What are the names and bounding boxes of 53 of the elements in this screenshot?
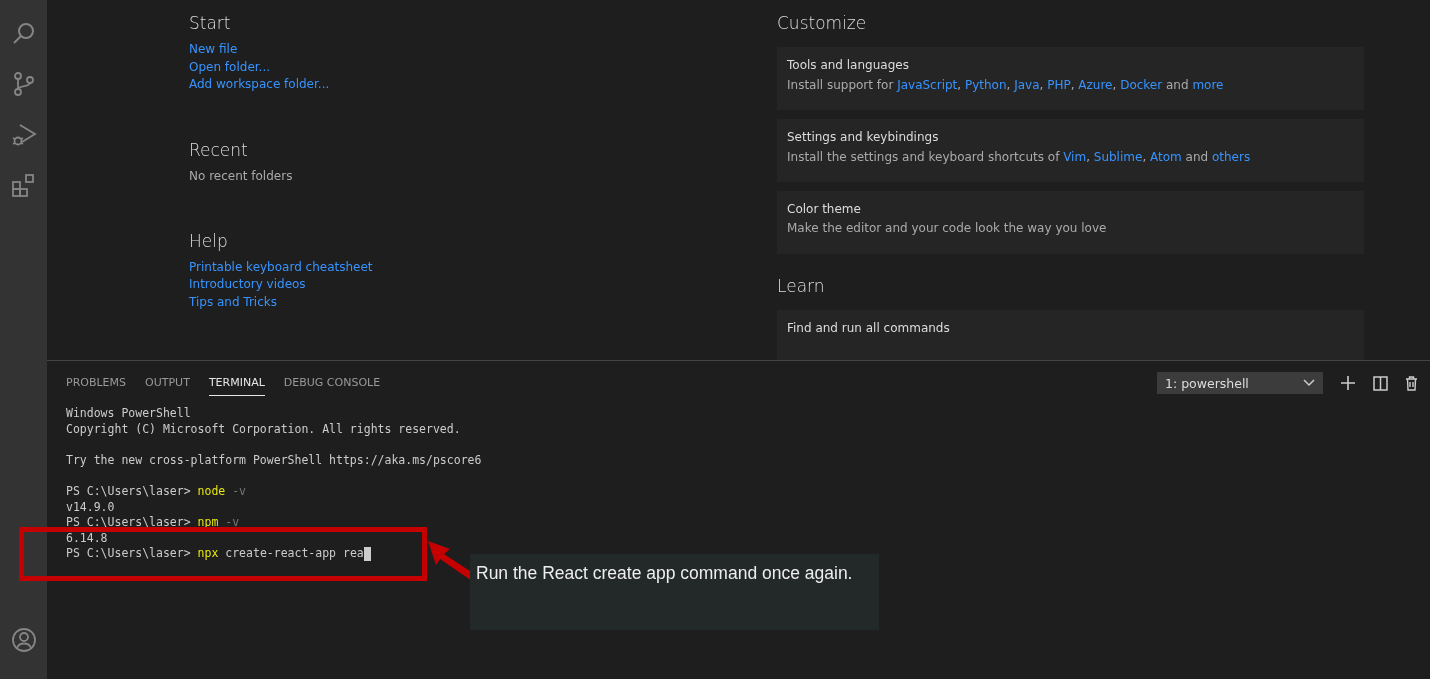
add-icon[interactable] bbox=[1340, 375, 1356, 391]
description-link[interactable]: Python bbox=[964, 78, 1007, 92]
terminal-line: Copyright (C) Microsoft Corporation. All rights reserved. bbox=[66, 421, 461, 438]
terminal-select[interactable]: 1: powershell bbox=[1157, 372, 1323, 394]
welcome-link[interactable]: Tips and Tricks bbox=[189, 293, 277, 311]
card-title: Tools and languages bbox=[787, 58, 910, 72]
description-link[interactable]: Atom bbox=[1150, 150, 1182, 164]
card-title: Color theme bbox=[787, 202, 862, 216]
account-icon[interactable] bbox=[10, 627, 37, 653]
section-heading: Customize bbox=[777, 13, 868, 33]
terminal-line: Windows PowerShell bbox=[66, 406, 191, 422]
welcome-link[interactable]: Add workspace folder... bbox=[189, 76, 330, 94]
card-title: Find and run all commands bbox=[787, 321, 951, 335]
callout-text: Run the React create app command once again. bbox=[476, 563, 853, 583]
welcome-link[interactable]: Open folder... bbox=[189, 58, 271, 76]
description-link[interactable]: PHP bbox=[1047, 78, 1071, 92]
cursor-icon bbox=[363, 547, 371, 562]
trash-icon[interactable] bbox=[1405, 375, 1418, 391]
empty-message: No recent folders bbox=[189, 167, 293, 185]
terminal-line: v14.9.0 bbox=[66, 499, 115, 516]
description-link[interactable]: more bbox=[1192, 78, 1224, 92]
card-description: Make the editor and your code look the way you love bbox=[787, 221, 1108, 235]
welcome-link[interactable]: Printable keyboard cheatsheet bbox=[189, 258, 373, 276]
panel-tab[interactable]: TERMINAL bbox=[208, 370, 265, 396]
section-heading: Learn bbox=[777, 276, 826, 296]
welcome-card[interactable]: Settings and keybindings Install the settings and keyboard shortcuts of Vim, Sublime, Atom and others bbox=[777, 119, 1364, 182]
section-heading: Recent bbox=[189, 139, 248, 160]
terminal-line: 6.14.8 bbox=[66, 530, 108, 547]
chevron-icon bbox=[1303, 379, 1315, 387]
terminal-line: PS C:\Users\laser> npm -v bbox=[66, 515, 240, 531]
welcome-card[interactable]: Tools and languages Install support for JavaScript, Python, Java, PHP, Azure, Docker and more bbox=[777, 47, 1364, 110]
run-debug-icon[interactable] bbox=[10, 122, 37, 148]
extensions-icon[interactable] bbox=[10, 173, 37, 199]
panel-tab[interactable]: PROBLEMS bbox=[66, 370, 127, 396]
section-heading: Help bbox=[189, 230, 228, 251]
welcome-card[interactable]: Find and run all commands bbox=[777, 310, 1364, 360]
welcome-link[interactable]: New file bbox=[189, 41, 238, 59]
panel-tab[interactable]: OUTPUT bbox=[145, 370, 190, 396]
card-description: Install the settings and keyboard shortcuts of Vim, Sublime, Atom and others bbox=[787, 149, 1252, 166]
section-heading: Start bbox=[189, 13, 231, 33]
panel-tab[interactable]: DEBUG CONSOLE bbox=[283, 370, 381, 396]
terminal-line: PS C:\Users\laser> node -v bbox=[66, 483, 247, 500]
description-link[interactable]: Docker bbox=[1120, 78, 1163, 92]
welcome-card[interactable]: Color theme Make the editor and your code look the way you love bbox=[777, 191, 1364, 254]
welcome-link[interactable]: Introductory videos bbox=[189, 276, 306, 294]
description-link[interactable]: Java bbox=[1014, 78, 1040, 92]
terminal-line: PS C:\Users\laser> npx create-react-app rea bbox=[66, 546, 364, 562]
split-icon[interactable] bbox=[1373, 375, 1388, 391]
card-description: Install support for JavaScript, Python, Java, PHP, Azure, Docker and more bbox=[787, 77, 1225, 94]
description-link[interactable]: Azure bbox=[1078, 78, 1113, 92]
card-title: Settings and keybindings bbox=[787, 130, 940, 144]
description-link[interactable]: others bbox=[1211, 150, 1251, 164]
terminal-line: Try the new cross-platform PowerShell https://aka.ms/pscore6 bbox=[66, 452, 482, 469]
